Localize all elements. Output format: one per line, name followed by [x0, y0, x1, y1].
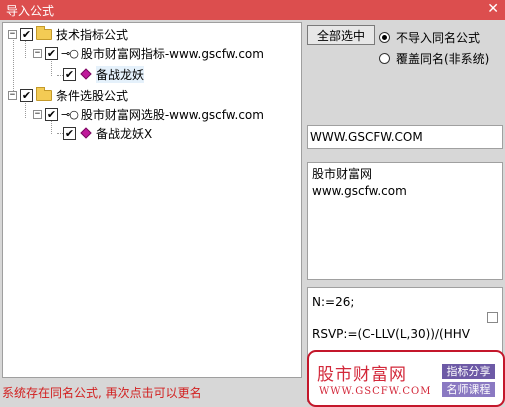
- title-bar: 导入公式 ✕: [0, 0, 505, 20]
- tree-node-label: 股市财富网选股-www.gscfw.com: [80, 107, 264, 122]
- folder-icon: [36, 86, 52, 101]
- checkbox[interactable]: ✔: [20, 88, 33, 102]
- gem-icon: [80, 127, 92, 139]
- radio-label: 覆盖同名(非系统): [396, 52, 490, 66]
- folder-icon: [36, 25, 52, 40]
- formula-description: 股市财富网 www.gscfw.com: [307, 162, 503, 280]
- formula-source-field: WWW.GSCFW.COM: [307, 125, 503, 149]
- tree-node-stock-screening[interactable]: − ✔ 条件选股公式: [8, 86, 128, 104]
- formula-tree: − ✔ 技术指标公式 − ✔ ⊸○ 股市财富网指标-www.gscfw.com …: [2, 22, 302, 378]
- scroll-box-icon[interactable]: [487, 312, 498, 323]
- code-line: RSVP:=(C-LLV(L,30))/(HHV: [312, 327, 470, 341]
- description-line: www.gscfw.com: [312, 184, 407, 198]
- collapse-icon[interactable]: −: [33, 48, 42, 58]
- tree-node-label: 条件选股公式: [56, 88, 129, 103]
- site-watermark: 股市财富网 WWW.GSCFW.COM 指标分享 名师课程: [307, 350, 505, 407]
- radio-selected-icon[interactable]: [379, 32, 390, 43]
- code-line: N:=26;: [312, 295, 355, 309]
- checkbox[interactable]: ✔: [20, 27, 33, 41]
- watermark-url: WWW.GSCFW.COM: [319, 386, 432, 397]
- tree-node-gscfw-indicator[interactable]: − ✔ ⊸○ 股市财富网指标-www.gscfw.com: [33, 44, 264, 62]
- checkbox[interactable]: ✔: [63, 67, 76, 81]
- tree-node-label: 股市财富网指标-www.gscfw.com: [80, 46, 264, 61]
- collapse-icon[interactable]: −: [8, 29, 17, 39]
- watermark-title: 股市财富网: [317, 365, 407, 385]
- checkbox[interactable]: ✔: [45, 46, 58, 60]
- status-message: 系统存在同名公式, 再次点击可以更名: [2, 386, 202, 400]
- select-all-button[interactable]: 全部选中: [307, 25, 375, 45]
- key-icon: ⊸○: [61, 46, 79, 60]
- window-title: 导入公式: [6, 4, 55, 18]
- radio-no-import[interactable]: 不导入同名公式: [379, 29, 480, 46]
- checkbox[interactable]: ✔: [63, 126, 76, 140]
- collapse-icon[interactable]: −: [33, 109, 42, 119]
- import-formula-dialog: 导入公式 ✕ − ✔ 技术指标公式 − ✔ ⊸○ 股市财富网指标-www.gsc…: [0, 0, 505, 407]
- description-line: 股市财富网: [312, 167, 373, 181]
- close-icon[interactable]: ✕: [487, 1, 499, 17]
- radio-unselected-icon[interactable]: [379, 53, 390, 64]
- collapse-icon[interactable]: −: [8, 90, 17, 100]
- watermark-tag: 名师课程: [442, 382, 495, 397]
- checkbox[interactable]: ✔: [45, 107, 58, 121]
- gem-icon: [80, 68, 92, 80]
- watermark-tag: 指标分享: [442, 364, 495, 379]
- tree-node-gscfw-screening[interactable]: − ✔ ⊸○ 股市财富网选股-www.gscfw.com: [33, 105, 264, 123]
- tree-node-label: 备战龙妖X: [96, 126, 153, 141]
- key-icon: ⊸○: [61, 107, 79, 121]
- tree-node-label: 备战龙妖: [96, 65, 145, 83]
- tree-node-label: 技术指标公式: [56, 27, 129, 42]
- tree-node-beizhan-longyao-x[interactable]: ✔ 备战龙妖X: [63, 124, 152, 142]
- tree-node-beizhan-longyao[interactable]: ✔ 备战龙妖: [63, 65, 145, 83]
- radio-overwrite[interactable]: 覆盖同名(非系统): [379, 50, 489, 67]
- tree-node-indicator-formulas[interactable]: − ✔ 技术指标公式: [8, 25, 128, 43]
- radio-label: 不导入同名公式: [396, 31, 481, 45]
